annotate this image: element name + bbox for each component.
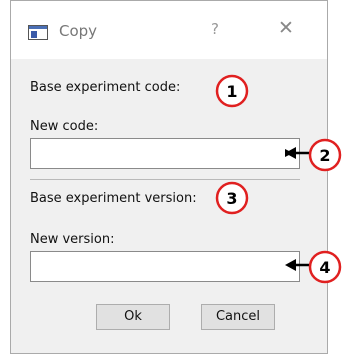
new-version-label: New version: [30,232,115,247]
window-icon-bar [29,26,47,29]
separator [30,179,300,180]
cancel-button[interactable]: Cancel [201,304,275,330]
base-code-label: Base experiment code: [30,80,181,95]
window-icon [28,25,48,40]
window-icon-block [31,31,37,38]
help-button[interactable]: ? [211,20,219,38]
new-code-input[interactable] [30,138,300,169]
new-code-label: New code: [30,119,99,134]
new-version-input[interactable] [30,251,300,282]
window-title: Copy [59,22,98,40]
base-version-label: Base experiment version: [30,191,197,206]
title-bar: Copy ? ✕ [11,1,327,59]
close-button[interactable]: ✕ [278,17,294,39]
copy-dialog: Copy ? ✕ Base experiment code: New code:… [10,0,328,354]
ok-button[interactable]: Ok [96,304,170,330]
